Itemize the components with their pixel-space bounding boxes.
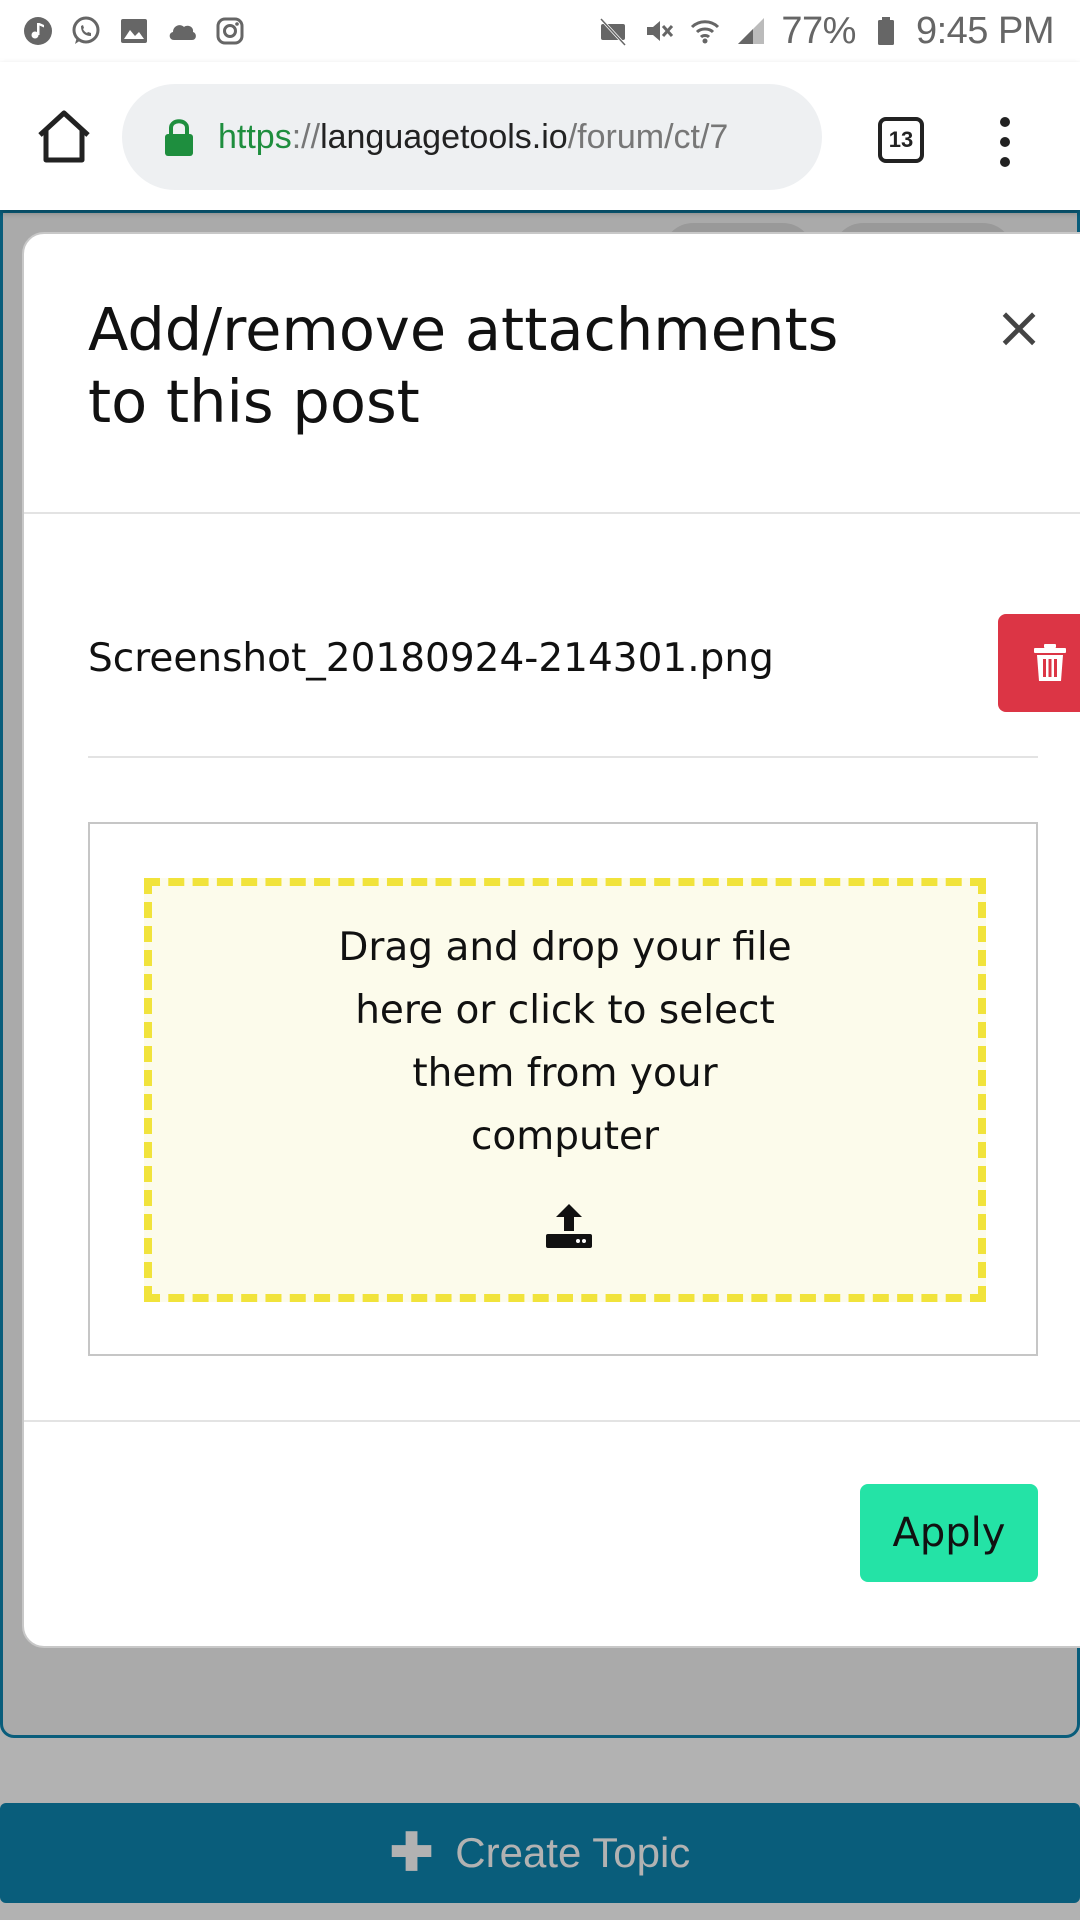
tab-switcher-button[interactable]: 13 (878, 117, 924, 163)
attachment-row: Screenshot_20180924-214301.png (88, 614, 1080, 714)
clock: 9:45 PM (915, 9, 1055, 52)
apply-button[interactable]: Apply (860, 1484, 1038, 1582)
modal-title: Add/remove attachments to this post (88, 295, 839, 436)
upload-panel: Drag and drop your file here or click to… (88, 822, 1038, 1356)
browser-menu-button[interactable] (990, 114, 1020, 170)
url-text: https://languagetools.io/forum/ct/7 (218, 118, 778, 157)
url-separator: :// (291, 117, 321, 156)
url-path: /forum/ct/7 (567, 117, 729, 156)
trash-icon (1034, 644, 1066, 681)
url-host: languagetools.io (320, 117, 568, 156)
whatsapp-icon (70, 15, 102, 47)
close-icon: × (994, 293, 1044, 361)
footer-divider (24, 1420, 1080, 1422)
mute-icon (643, 15, 675, 47)
home-icon (38, 110, 90, 163)
browser-toolbar: https://languagetools.io/forum/ct/7 13 (0, 62, 1080, 210)
battery-percent: 77% (781, 9, 856, 52)
delete-attachment-button[interactable] (998, 614, 1080, 712)
wifi-icon (689, 15, 721, 47)
url-scheme: https (218, 117, 292, 156)
battery-icon (870, 15, 902, 47)
instagram-icon (214, 15, 246, 47)
notification-icons (22, 15, 246, 47)
music-icon (22, 15, 54, 47)
file-dropzone[interactable]: Drag and drop your file here or click to… (144, 878, 986, 1302)
attachment-divider (88, 756, 1038, 758)
gallery-icon (118, 15, 150, 47)
upload-icon (546, 1204, 592, 1248)
more-vert-icon (1000, 117, 1010, 167)
lock-icon (165, 119, 193, 156)
dropzone-instructions: Drag and drop your file here or click to… (338, 925, 792, 1159)
header-divider (24, 512, 1080, 514)
cloud-icon (166, 15, 198, 47)
tab-count: 13 (888, 127, 914, 152)
no-sim-icon (597, 15, 629, 47)
attachments-modal: Add/remove attachments to this post × Sc… (22, 232, 1080, 1648)
attachment-file-name: Screenshot_20180924-214301.png (88, 636, 774, 681)
status-bar: 77% 9:45 PM (0, 0, 1080, 62)
system-indicators: 77% 9:45 PM (597, 9, 1055, 53)
close-button[interactable]: × (994, 298, 1044, 356)
signal-icon (735, 15, 767, 47)
address-bar[interactable]: https://languagetools.io/forum/ct/7 (122, 84, 822, 190)
home-button[interactable] (34, 108, 94, 164)
